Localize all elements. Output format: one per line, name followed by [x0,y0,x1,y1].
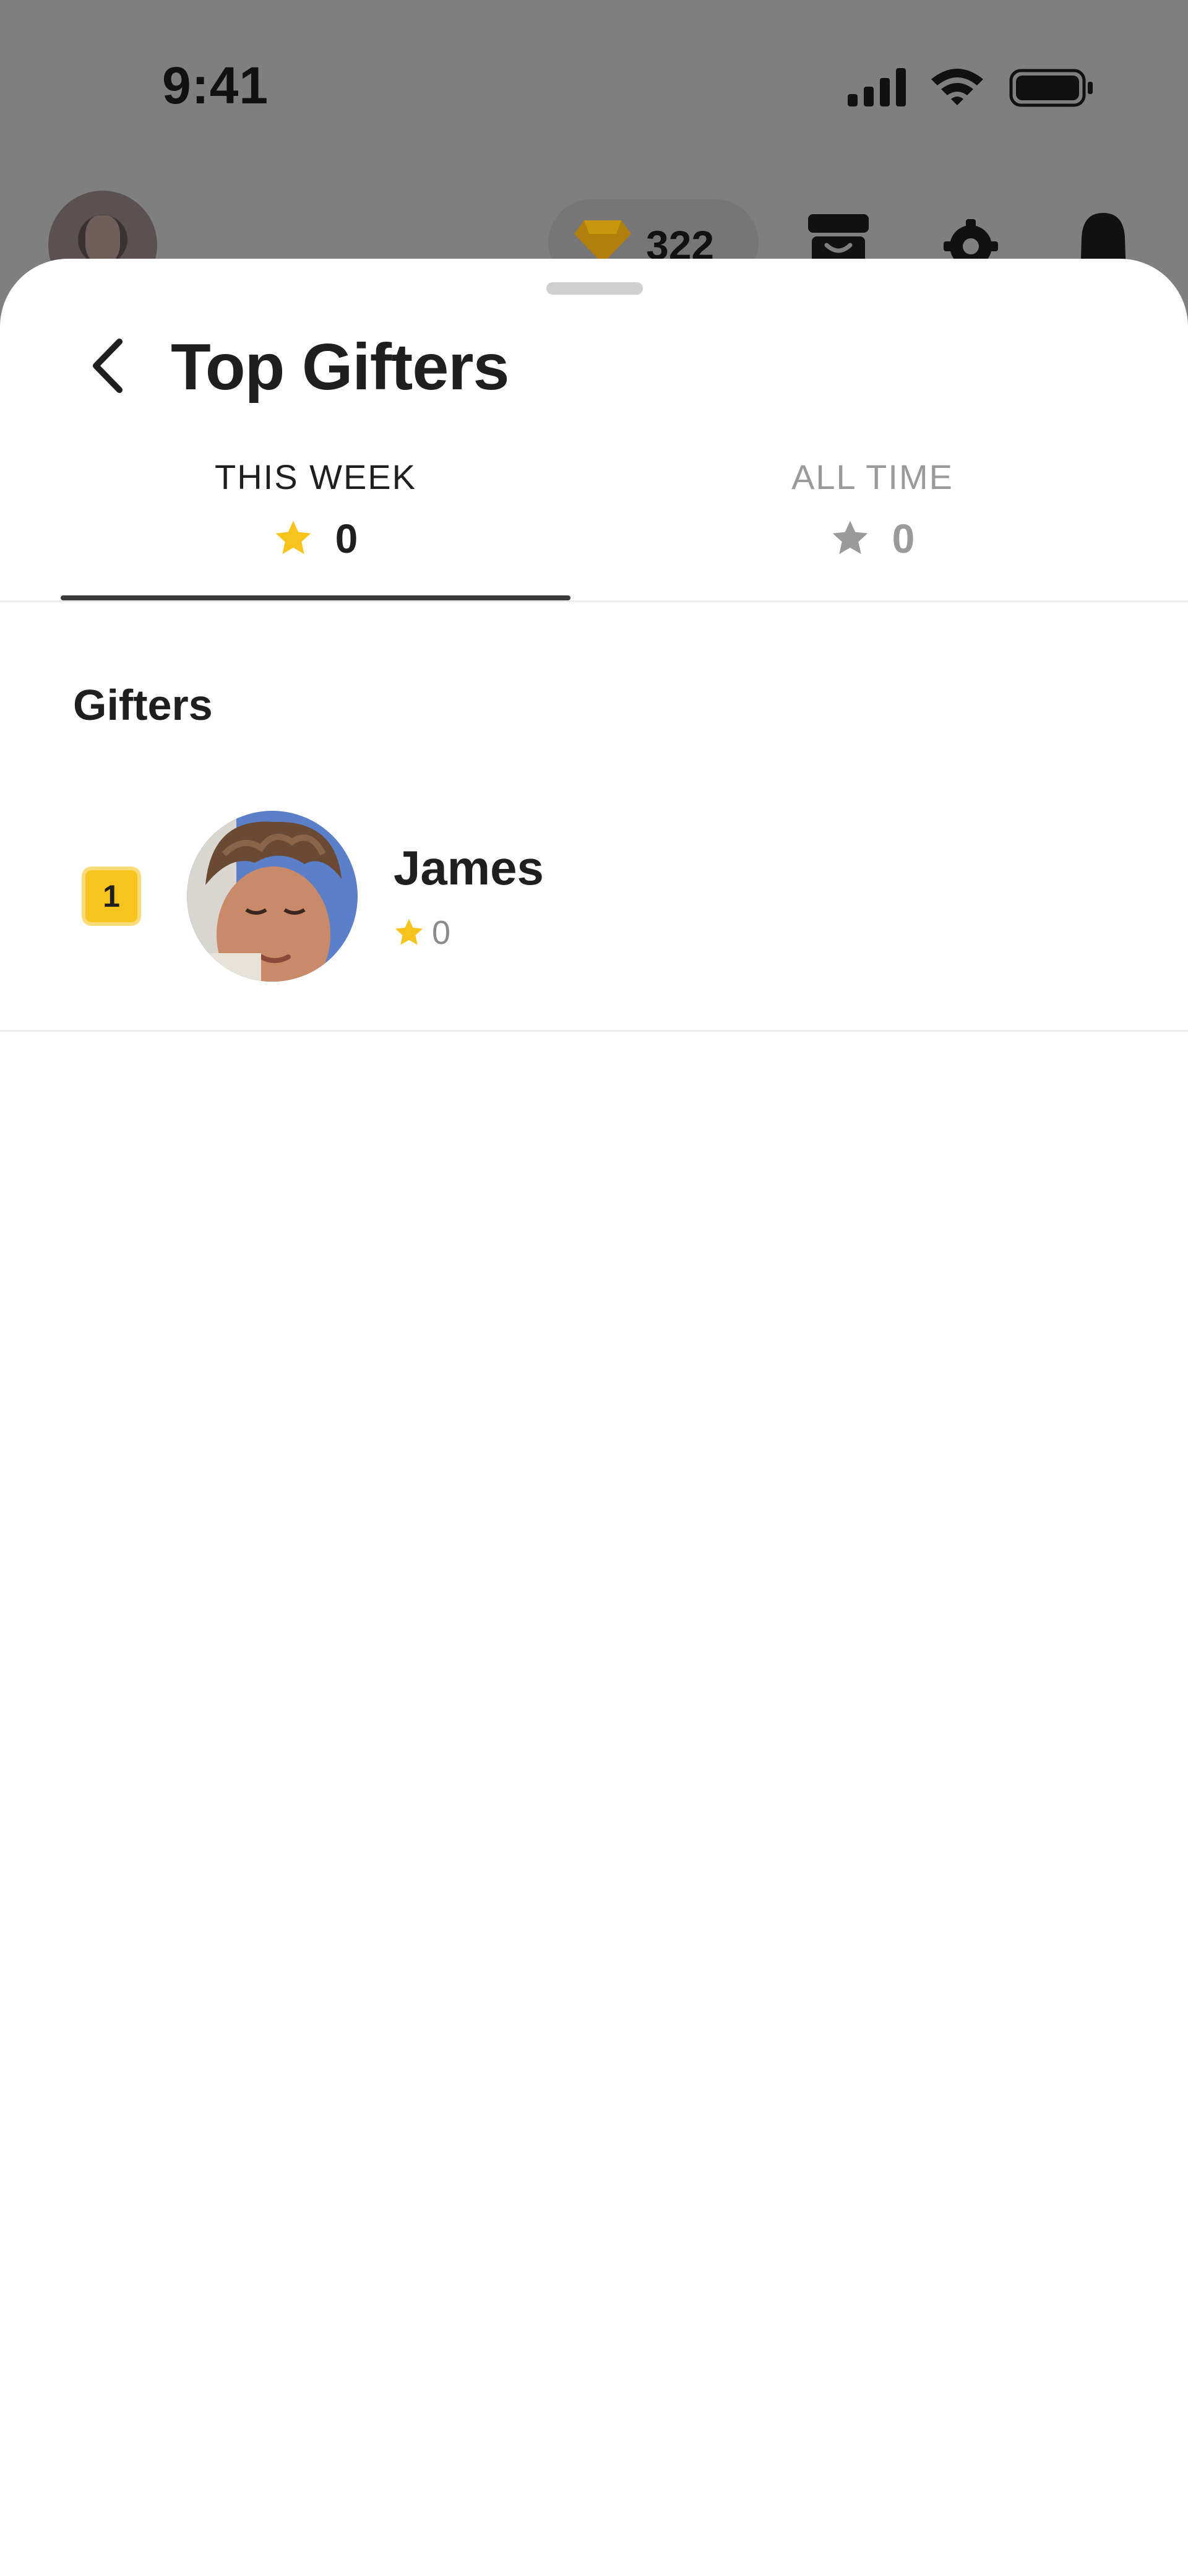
user-avatar-image [187,811,358,982]
rank-badge: 1 [82,867,141,926]
tab-this-week-count-row: 0 [31,514,600,563]
user-score: 0 [432,914,451,951]
status-time: 9:41 [162,56,269,115]
tab-all-time-count: 0 [892,516,915,561]
tab-all-time[interactable]: ALL TIME 0 [588,456,1157,610]
tabs-divider [0,600,1188,602]
row-divider [0,1030,1188,1032]
list-item[interactable]: 1 James 0 [0,792,1188,1027]
user-score-row: 0 [394,911,450,954]
user-name: James [394,841,544,895]
avatar-face [85,215,120,264]
section-heading: Gifters [73,681,213,729]
page-title: Top Gifters [171,331,509,404]
star-icon [275,521,311,555]
avatar[interactable] [187,811,358,982]
sheet-grabber[interactable] [546,282,643,295]
active-tab-indicator [61,595,570,600]
tab-all-time-label: ALL TIME [791,457,953,496]
tab-this-week-count: 0 [335,516,358,561]
wifi-icon [931,69,983,105]
status-icons [848,68,1093,107]
screen: 9:41 322 Top Gifters THIS WEEK 0 ALL TIM… [0,0,1188,2576]
tab-this-week-label: THIS WEEK [214,457,417,496]
back-button[interactable] [80,332,136,400]
tab-this-week[interactable]: THIS WEEK 0 [31,456,600,610]
chevron-left-icon [93,339,123,393]
bottom-sheet: Top Gifters THIS WEEK 0 ALL TIME 0 Gifte [0,259,1188,2576]
signal-icon [848,68,906,106]
battery-icon [1009,69,1093,107]
tab-all-time-count-row: 0 [588,514,1157,563]
star-icon [832,521,867,555]
star-icon [395,918,423,945]
